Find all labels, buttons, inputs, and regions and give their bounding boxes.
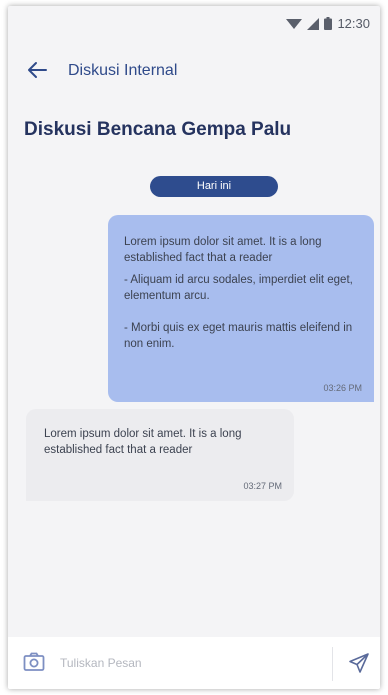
message-bubble-incoming[interactable]: Lorem ipsum dolor sit amet. It is a long… <box>26 409 294 501</box>
status-bar: 12:30 <box>8 6 380 42</box>
message-time: 03:26 PM <box>323 383 362 393</box>
message-text: Lorem ipsum dolor sit amet. It is a long… <box>124 236 322 264</box>
composer-divider <box>332 647 333 681</box>
message-composer <box>8 637 380 689</box>
send-button[interactable] <box>348 652 370 674</box>
camera-icon <box>23 652 45 671</box>
message-text: - Aliquam id arcu sodales, imperdiet eli… <box>124 274 353 302</box>
wifi-icon <box>286 18 303 29</box>
battery-icon <box>324 17 333 30</box>
phone-screen: 12:30 Diskusi Internal Diskusi Bencana G… <box>8 6 380 689</box>
message-bubble-outgoing[interactable]: Lorem ipsum dolor sit amet. It is a long… <box>108 215 374 402</box>
camera-button[interactable] <box>23 652 45 672</box>
message-text: - Morbi quis ex eget mauris mattis eleif… <box>124 322 353 350</box>
status-time: 12:30 <box>337 16 370 31</box>
page-title: Diskusi Bencana Gempa Palu <box>24 119 292 140</box>
status-icons: 12:30 <box>286 16 370 31</box>
signal-icon <box>307 17 320 30</box>
date-chip: Hari ini <box>150 176 278 197</box>
message-text: Lorem ipsum dolor sit amet. It is a long… <box>44 428 242 456</box>
message-input[interactable] <box>60 650 320 676</box>
message-time: 03:27 PM <box>243 481 282 491</box>
back-button[interactable] <box>26 60 50 80</box>
app-bar: Diskusi Internal <box>8 50 380 90</box>
arrow-left-icon <box>28 62 47 78</box>
app-bar-title: Diskusi Internal <box>68 62 178 79</box>
send-icon <box>349 653 369 673</box>
